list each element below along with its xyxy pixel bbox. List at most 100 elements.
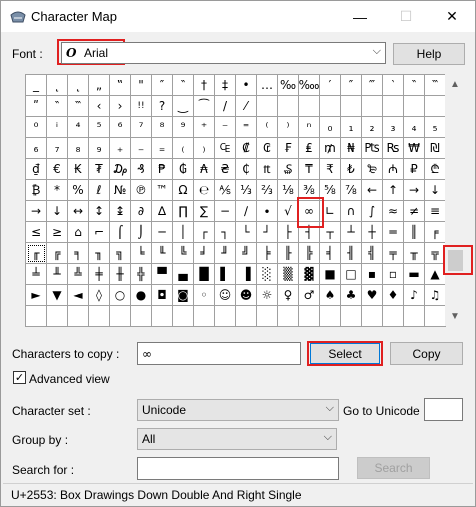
char-cell[interactable]: ? [152, 96, 173, 117]
char-cell[interactable]: ☺ [215, 285, 236, 306]
char-cell[interactable]: ⁵ [89, 117, 110, 138]
char-cell[interactable] [257, 306, 278, 327]
char-cell[interactable]: ₾ [425, 159, 446, 180]
char-cell[interactable]: ╣ [362, 243, 383, 264]
char-cell[interactable]: ═ [383, 222, 404, 243]
char-cell[interactable]: ♣ [341, 285, 362, 306]
char-cell[interactable] [362, 96, 383, 117]
char-cell[interactable]: ₲ [173, 159, 194, 180]
char-cell[interactable]: ≤ [26, 222, 47, 243]
char-cell[interactable]: ⁀ [194, 96, 215, 117]
char-cell[interactable] [425, 306, 446, 327]
char-cell[interactable]: ← [362, 180, 383, 201]
char-cell[interactable]: " [131, 75, 152, 96]
char-cell[interactable]: ₠ [215, 138, 236, 159]
char-cell[interactable]: ╙ [152, 243, 173, 264]
char-cell[interactable]: ▒ [278, 264, 299, 285]
char-cell[interactable]: ▪ [362, 264, 383, 285]
char-cell[interactable]: ○ [110, 285, 131, 306]
group-by-dropdown[interactable]: All ⌵ [137, 428, 337, 450]
char-cell[interactable]: ■ [320, 264, 341, 285]
char-cell[interactable]: ″ [152, 75, 173, 96]
char-cell[interactable]: ▓ [299, 264, 320, 285]
char-cell[interactable]: ₴ [215, 159, 236, 180]
char-cell[interactable]: ₪ [425, 138, 446, 159]
char-cell[interactable]: ☼ [257, 285, 278, 306]
char-cell[interactable]: ₄ [404, 117, 425, 138]
char-cell[interactable] [362, 306, 383, 327]
char-cell[interactable]: ₉ [89, 138, 110, 159]
char-cell[interactable]: ☻ [236, 285, 257, 306]
char-cell[interactable]: ⁾ [278, 117, 299, 138]
char-cell[interactable]: ─ [152, 222, 173, 243]
char-cell[interactable]: ⅓ [236, 180, 257, 201]
char-cell[interactable]: ♪ [404, 285, 425, 306]
char-cell[interactable]: ⁻ [215, 117, 236, 138]
char-cell[interactable]: ₀ [320, 117, 341, 138]
char-cell[interactable]: ╠ [299, 243, 320, 264]
char-cell[interactable]: │ [173, 222, 194, 243]
char-cell[interactable]: ╔ [47, 243, 68, 264]
char-cell[interactable]: ▀ [152, 264, 173, 285]
char-cell[interactable] [68, 306, 89, 327]
char-cell[interactable]: ₃ [383, 117, 404, 138]
char-cell[interactable]: ℓ [89, 180, 110, 201]
char-cell[interactable]: ∫ [362, 201, 383, 222]
char-cell[interactable] [152, 306, 173, 327]
char-cell[interactable]: ⁹ [173, 117, 194, 138]
char-cell[interactable] [404, 306, 425, 327]
char-cell[interactable] [131, 306, 152, 327]
char-cell[interactable] [320, 306, 341, 327]
go-to-unicode-input[interactable] [424, 398, 463, 421]
char-cell[interactable]: ‟ [110, 75, 131, 96]
char-cell[interactable]: ╤ [383, 243, 404, 264]
char-cell[interactable] [194, 306, 215, 327]
char-cell[interactable]: ∙ [257, 201, 278, 222]
char-cell[interactable]: ₺ [341, 159, 362, 180]
char-cell[interactable]: ₅ [425, 117, 446, 138]
char-cell[interactable] [341, 306, 362, 327]
char-cell[interactable]: ⁶ [110, 117, 131, 138]
help-button[interactable]: Help [393, 43, 465, 65]
char-cell[interactable]: ┼ [362, 222, 383, 243]
char-cell[interactable]: ▄ [173, 264, 194, 285]
char-cell[interactable]: ˛ [68, 75, 89, 96]
char-cell[interactable]: ₢ [257, 138, 278, 159]
char-cell[interactable] [341, 96, 362, 117]
char-cell[interactable]: ℗ [131, 180, 152, 201]
char-cell[interactable]: ╡ [320, 243, 341, 264]
char-cell[interactable]: ™ [152, 180, 173, 201]
char-cell[interactable]: █ [194, 264, 215, 285]
char-cell[interactable]: ₫ [26, 159, 47, 180]
char-cell[interactable]: ‰ [278, 75, 299, 96]
char-cell[interactable]: !! [131, 96, 152, 117]
char-cell[interactable]: ┴ [341, 222, 362, 243]
char-cell[interactable] [173, 306, 194, 327]
search-button[interactable]: Search [357, 457, 430, 479]
char-cell[interactable]: ▫ [383, 264, 404, 285]
char-cell[interactable]: ⁿ [299, 117, 320, 138]
char-cell[interactable]: ℮ [194, 180, 215, 201]
char-cell[interactable]: ₹ [320, 159, 341, 180]
char-cell[interactable]: ‡ [215, 75, 236, 96]
char-cell[interactable]: ╪ [89, 264, 110, 285]
char-cell[interactable]: ₮ [89, 159, 110, 180]
char-cell[interactable]: ╝ [236, 243, 257, 264]
char-cell[interactable]: ↑ [383, 180, 404, 201]
characters-to-copy-input[interactable]: ∞ [137, 342, 301, 365]
char-cell[interactable]: ◘ [152, 285, 173, 306]
font-dropdown[interactable]: O Arial ⌵ [61, 42, 386, 64]
scroll-up-arrow-icon[interactable]: ▲ [445, 74, 465, 94]
char-cell[interactable]: ₤ [299, 138, 320, 159]
char-cell[interactable]: ₂ [362, 117, 383, 138]
title-bar[interactable]: Character Map — ☐ ✕ [1, 1, 475, 32]
char-cell[interactable] [383, 96, 404, 117]
char-cell[interactable]: ╛ [194, 243, 215, 264]
char-cell[interactable] [299, 306, 320, 327]
char-cell[interactable]: ₧ [362, 138, 383, 159]
char-cell[interactable]: ₭ [68, 159, 89, 180]
char-cell[interactable]: ∏ [173, 201, 194, 222]
advanced-view-checkbox[interactable]: ✓ [13, 371, 26, 384]
char-cell[interactable]: ₱ [152, 159, 173, 180]
char-cell[interactable]: ″ [341, 75, 362, 96]
